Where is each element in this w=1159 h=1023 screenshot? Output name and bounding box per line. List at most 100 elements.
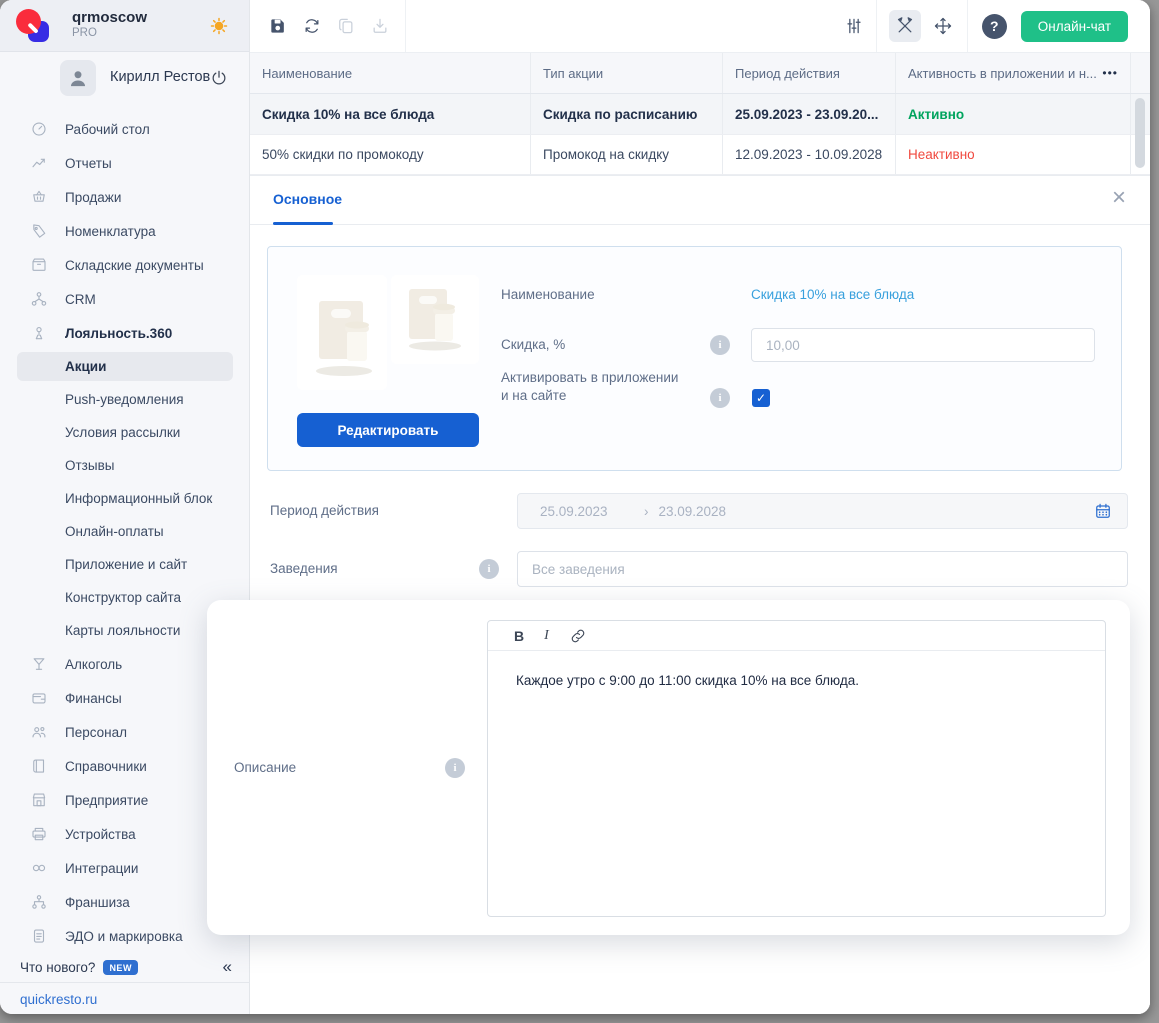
document-icon: [30, 927, 48, 945]
sidebar-item-label: Алкоголь: [65, 656, 123, 672]
row-name: Скидка 10% на все блюда: [262, 106, 435, 122]
sidebar-item-label: Франшиза: [65, 894, 130, 910]
logout-power-icon[interactable]: [209, 68, 229, 88]
tools-icon: [895, 16, 915, 36]
sidebar-item-label: Продажи: [65, 189, 122, 205]
promo-image-1[interactable]: [297, 275, 387, 390]
sidebar-item-crm[interactable]: CRM: [0, 282, 250, 316]
sidebar-item-reviews[interactable]: Отзывы: [0, 449, 250, 482]
info-icon[interactable]: i: [479, 559, 499, 579]
venues-input[interactable]: [517, 551, 1128, 587]
sidebar-item-nomenclature[interactable]: Номенклатура: [0, 214, 250, 248]
sidebar-item-info-block[interactable]: Информационный блок: [0, 482, 250, 515]
sidebar-item-loyalty360[interactable]: Лояльность.360: [0, 316, 250, 350]
filters-sliders-icon[interactable]: [844, 16, 864, 36]
sidebar-item-label: ЭДО и маркировка: [65, 928, 183, 944]
dashboard-icon: [30, 120, 48, 138]
table-row[interactable]: 50% скидки по промокоду Промокод на скид…: [250, 135, 1150, 175]
description-editor: B I Каждое утро с 9:00 до 11:00 скидка 1…: [487, 620, 1106, 917]
printer-icon: [30, 825, 48, 843]
avatar: [60, 60, 96, 96]
column-header-period: Период действия: [722, 53, 895, 93]
tab-underline: [273, 222, 333, 225]
activate-label: Активировать в приложении и на сайте: [501, 370, 679, 403]
promotions-table: Наименование Тип акции Период действия А…: [250, 52, 1150, 175]
info-icon[interactable]: i: [445, 758, 465, 778]
scrollbar-gutter: [1130, 94, 1150, 168]
sidebar-item-label: Финансы: [65, 690, 122, 706]
discount-label: Скидка, %: [501, 337, 566, 352]
sidebar-item-label: Рабочий стол: [65, 121, 150, 137]
sidebar-item-desktop[interactable]: Рабочий стол: [0, 112, 250, 146]
sidebar-item-label: Номенклатура: [65, 223, 156, 239]
link-button[interactable]: [569, 627, 587, 645]
table-header: Наименование Тип акции Период действия А…: [250, 52, 1150, 94]
theme-sun-icon[interactable]: [209, 16, 229, 36]
info-icon[interactable]: i: [710, 388, 730, 408]
sidebar-item-label: Устройства: [65, 826, 136, 842]
refresh-icon[interactable]: [302, 16, 322, 36]
name-label: Наименование: [501, 287, 595, 302]
user-row[interactable]: Кирилл Рестов: [0, 52, 249, 104]
promo-summary-card: Редактировать Наименование Скидка 10% на…: [267, 246, 1122, 471]
org-chart-icon: [30, 290, 48, 308]
discount-input[interactable]: [751, 328, 1095, 362]
row-type: Скидка по расписанию: [530, 94, 722, 134]
period-label: Период действия: [270, 503, 379, 518]
promo-image-2[interactable]: [391, 275, 479, 364]
sidebar-item-mailing-conditions[interactable]: Условия рассылки: [0, 416, 250, 449]
brand-header: qrmoscow PRO: [0, 0, 249, 52]
loyalty-icon: [30, 324, 48, 342]
tools-button[interactable]: [888, 10, 921, 42]
quickresto-logo: [16, 9, 50, 43]
sidebar-item-label: Push-уведомления: [65, 392, 184, 407]
sidebar-item-push-notifications[interactable]: Push-уведомления: [0, 383, 250, 416]
description-text[interactable]: Каждое утро с 9:00 до 11:00 скидка 10% н…: [488, 651, 1105, 711]
activate-checkbox[interactable]: ✓: [752, 389, 770, 407]
sidebar-item-label: Персонал: [65, 724, 127, 740]
info-icon[interactable]: i: [710, 335, 730, 355]
tag-icon: [30, 222, 48, 240]
top-toolbar: ? Онлайн-чат: [250, 0, 1150, 52]
tab-main[interactable]: Основное: [273, 191, 342, 207]
storefront-icon: [30, 791, 48, 809]
move-icon[interactable]: [933, 16, 953, 36]
reports-icon: [30, 154, 48, 172]
italic-button[interactable]: I: [544, 628, 549, 644]
basket-icon: [30, 188, 48, 206]
status-badge: Активно: [895, 94, 1130, 134]
brand-name: qrmoscow: [72, 9, 148, 26]
help-button[interactable]: ?: [981, 13, 1007, 39]
sidebar-item-warehouse-docs[interactable]: Складские документы: [0, 248, 250, 282]
calendar-icon[interactable]: [1093, 501, 1113, 521]
sidebar-item-sales[interactable]: Продажи: [0, 180, 250, 214]
bold-button[interactable]: B: [514, 628, 524, 644]
name-value-link[interactable]: Скидка 10% на все блюда: [751, 287, 914, 302]
sidebar-item-label: Приложение и сайт: [65, 557, 188, 572]
online-chat-button[interactable]: Онлайн-чат: [1020, 10, 1128, 42]
quickresto-link[interactable]: quickresto.ru: [0, 984, 250, 1014]
sidebar-item-label: Акции: [65, 359, 107, 374]
sidebar-item-online-payments[interactable]: Онлайн-оплаты: [0, 515, 250, 548]
table-row[interactable]: Скидка 10% на все блюда Скидка по распис…: [250, 94, 1150, 168]
collapse-sidebar-icon[interactable]: «: [223, 957, 232, 977]
description-label: Описание: [234, 760, 297, 775]
close-icon[interactable]: ×: [1112, 186, 1126, 210]
column-header-type: Тип акции: [530, 53, 722, 93]
toolbar-divider: [966, 0, 968, 52]
period-input[interactable]: 25.09.2023 › 23.09.2028: [517, 493, 1128, 529]
whats-new-label[interactable]: Что нового?: [20, 960, 95, 975]
sidebar-item-app-and-site[interactable]: Приложение и сайт: [0, 548, 250, 581]
edit-button[interactable]: Редактировать: [297, 413, 479, 447]
columns-more-icon[interactable]: •••: [1102, 66, 1118, 80]
sidebar-item-label: Информационный блок: [65, 491, 213, 506]
sidebar-item-label: Интеграции: [65, 860, 139, 876]
sidebar-item-label: Онлайн-оплаты: [65, 524, 164, 539]
sidebar-item-label: Условия рассылки: [65, 425, 181, 440]
period-from: 25.09.2023: [540, 503, 608, 519]
sidebar-item-reports[interactable]: Отчеты: [0, 146, 250, 180]
save-icon[interactable]: [268, 16, 288, 36]
row-period: 25.09.2023 - 23.09.20...: [722, 94, 895, 134]
sidebar-item-label: Конструктор сайта: [65, 590, 182, 605]
sidebar-item-promotions[interactable]: Акции: [17, 352, 233, 381]
